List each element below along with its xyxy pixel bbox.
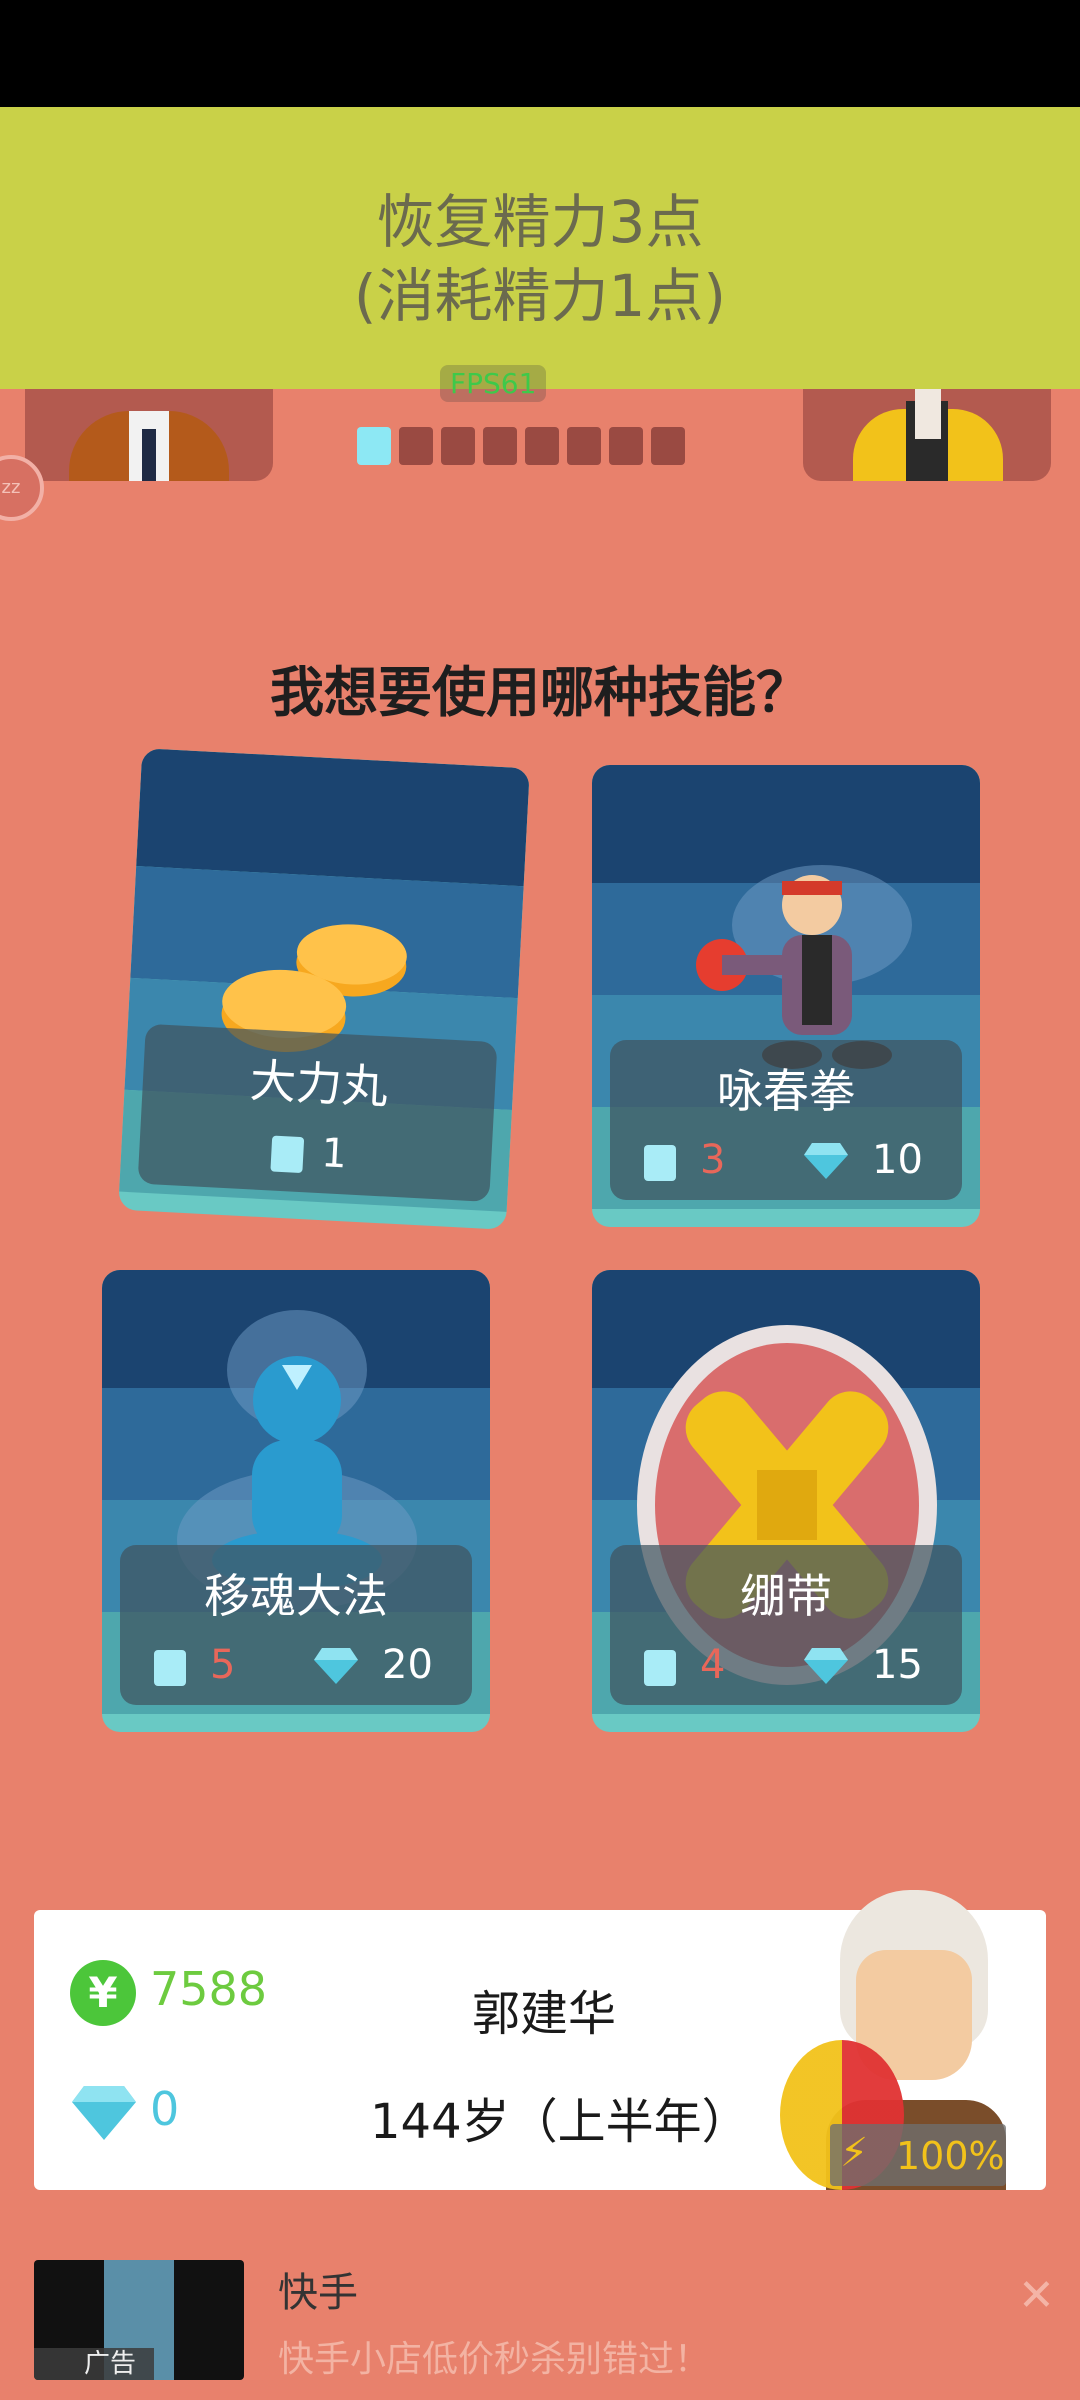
skill-name: 咏春拳 [717,1064,855,1118]
banner-line1: 恢复精力3点 [376,188,704,256]
skill-name: 移魂大法 [204,1569,388,1623]
energy-badge: ⚡ 100% [830,2124,1006,2186]
gem-cost: 15 [872,1642,923,1688]
skill-cost: 4 15 [592,1642,980,1692]
skill-cost: 3 10 [592,1137,980,1187]
page-dot [567,427,601,465]
skill-card-wingchun[interactable]: 咏春拳 3 10 [592,765,980,1227]
player-name: 郭建华 [472,1986,617,2042]
energy-icon [644,1650,676,1686]
ad-thumbnail[interactable]: 广告 [34,2260,244,2380]
skill-card-bandage[interactable]: 绷带 4 15 [592,1270,980,1732]
question-title: 我想要使用哪种技能？ [270,661,810,724]
page-dot [357,427,391,465]
player-age: 144岁（上半年） [370,2094,750,2150]
close-icon[interactable]: ✕ [1018,2270,1055,2321]
energy-cost: 4 [700,1642,726,1688]
energy-banner: 恢复精力3点 (消耗精力1点) FPS61 [0,107,1080,402]
beard [915,389,941,439]
skill-card-yihun[interactable]: 移魂大法 5 20 [102,1270,490,1732]
money-value: 7588 [150,1962,268,2016]
page-dot [651,427,685,465]
energy-cost: 5 [210,1642,236,1688]
diamond-icon [804,1143,848,1179]
page-indicator [357,427,685,465]
diamond-icon [72,2086,136,2140]
page-dot [441,427,475,465]
banner-line2: (消耗精力1点) [353,262,727,330]
skill-cost: 5 20 [102,1642,490,1692]
tie [142,429,156,481]
energy-percent: 100% [896,2134,1005,2178]
diamond-icon [804,1648,848,1684]
lightning-icon: ⚡ [840,2130,869,2176]
energy-cost: 3 [700,1137,726,1183]
ad-banner[interactable]: 广告 快手 快手小店低价秒杀别错过！ ✕ [0,2230,1080,2400]
portrait-left[interactable] [25,389,273,481]
page-dot [609,427,643,465]
skill-card-dalitwan[interactable]: 大力丸 1 [118,748,530,1230]
gem-cost: 10 [872,1137,923,1183]
ad-title[interactable]: 快手 [278,2260,358,2318]
skill-name: 绷带 [740,1569,832,1623]
status-bar [0,0,1080,107]
gem-cost: 20 [382,1642,433,1688]
portrait-right[interactable] [803,389,1051,481]
page-dot [399,427,433,465]
diamond-icon [314,1648,358,1684]
gem-count: 0 [150,2082,180,2136]
energy-icon [154,1650,186,1686]
page-dot [483,427,517,465]
energy-cost: 1 [320,1130,349,1178]
page-dot [525,427,559,465]
yen-icon: ¥ [70,1960,136,2026]
fps-counter: FPS61 [440,365,547,402]
energy-icon [270,1135,305,1174]
band [136,748,530,887]
ad-tag: 广告 [34,2348,154,2380]
ad-description[interactable]: 快手小店低价秒杀别错过！ [278,2330,710,2382]
energy-icon [644,1145,676,1181]
